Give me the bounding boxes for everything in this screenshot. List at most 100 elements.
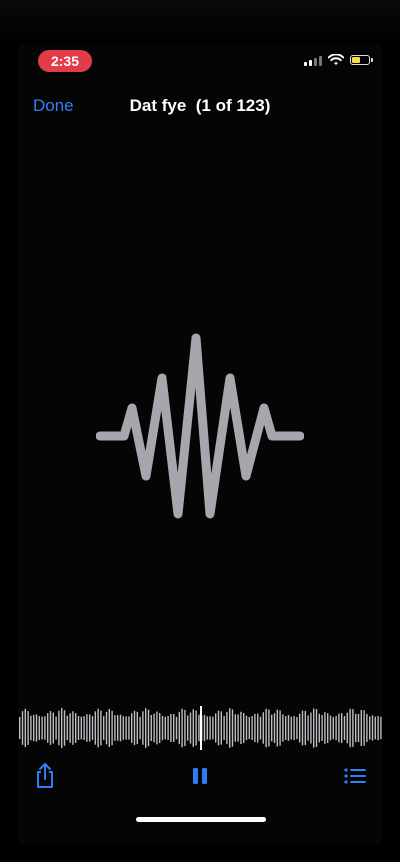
scrubber-bar bbox=[293, 716, 295, 740]
scrubber-bar bbox=[327, 713, 329, 743]
scrubber-bar bbox=[248, 716, 250, 740]
cellular-signal-icon bbox=[304, 55, 322, 66]
scrubber-bar bbox=[192, 709, 194, 747]
scrubber-bar bbox=[296, 717, 298, 740]
scrubber-bar bbox=[111, 710, 113, 746]
pause-icon bbox=[193, 768, 207, 784]
scrubber-bar bbox=[251, 715, 253, 740]
scrubber-bar bbox=[38, 716, 40, 740]
scrubber-bar bbox=[262, 712, 264, 744]
scrubber-bar bbox=[265, 708, 267, 748]
scrubber-bar bbox=[63, 710, 66, 746]
scrubber-bar bbox=[276, 709, 278, 747]
scrubber-bar bbox=[33, 714, 35, 742]
scrubber-bar bbox=[282, 714, 284, 742]
scrubber-bar bbox=[338, 713, 340, 743]
scrubber-bar bbox=[122, 716, 124, 740]
scrubber-bar bbox=[245, 715, 248, 741]
scrubber-bar bbox=[360, 709, 362, 746]
scrubber-bar bbox=[89, 714, 91, 742]
scrubber-bar bbox=[371, 715, 374, 741]
status-icons bbox=[304, 54, 373, 66]
scrubber-bar bbox=[285, 716, 287, 740]
scrubber-bar bbox=[240, 711, 242, 745]
bottom-toolbar bbox=[18, 762, 382, 792]
scrubber-bar bbox=[206, 716, 208, 740]
scrubber-bar bbox=[167, 716, 169, 740]
scrubber-bar bbox=[271, 714, 273, 742]
scrubber-bar bbox=[44, 716, 46, 740]
audio-scrubber[interactable] bbox=[18, 706, 382, 750]
scrubber-bar bbox=[80, 716, 82, 740]
scrubber-bar bbox=[184, 710, 186, 746]
scrubber-bar bbox=[310, 712, 312, 744]
scrubber-bar bbox=[363, 710, 365, 746]
scrubber-bar bbox=[377, 715, 379, 741]
scrubber-bar bbox=[159, 713, 161, 743]
scrubber-bar bbox=[315, 709, 318, 747]
scrubber-bar bbox=[41, 716, 43, 740]
home-indicator[interactable] bbox=[136, 817, 266, 822]
scrubber-bar bbox=[66, 715, 68, 741]
scrubber-playhead[interactable] bbox=[200, 706, 202, 750]
page-title: Dat fye (1 of 123) bbox=[129, 96, 271, 115]
scrubber-bar bbox=[349, 708, 351, 748]
scrubber-bar bbox=[234, 714, 236, 742]
scrubber-bar bbox=[321, 714, 323, 741]
scrubber-bar bbox=[203, 714, 206, 742]
scrubber-bar bbox=[352, 709, 354, 747]
scrubber-bar bbox=[24, 708, 26, 748]
scrubber-bar bbox=[220, 711, 222, 745]
battery-icon bbox=[350, 55, 373, 65]
scrubber-bar bbox=[105, 711, 108, 745]
scrubber-bar bbox=[142, 711, 144, 745]
scrubber-bar bbox=[136, 711, 138, 745]
scrubber-bar bbox=[215, 713, 217, 743]
scrubber-bar bbox=[223, 716, 225, 740]
list-button[interactable] bbox=[342, 762, 368, 790]
scrubber-bar bbox=[114, 715, 116, 741]
scrubber-bar bbox=[329, 715, 332, 741]
scrubber-bar bbox=[231, 709, 234, 747]
pause-button[interactable] bbox=[187, 762, 213, 790]
scrubber-bar bbox=[254, 713, 256, 743]
share-button[interactable] bbox=[32, 762, 58, 790]
scrubber-bar bbox=[243, 713, 245, 743]
scrubber-bar bbox=[268, 709, 270, 747]
scrubber-bar bbox=[318, 713, 320, 743]
scrubber-bar bbox=[229, 708, 231, 748]
scrubber-bar bbox=[58, 710, 60, 746]
scrubber-bar bbox=[346, 712, 348, 744]
scrubber-bar bbox=[343, 716, 346, 740]
scrubber-bar bbox=[103, 716, 105, 740]
scrubber-bar bbox=[259, 716, 262, 740]
scrubber-bar bbox=[125, 716, 127, 740]
scrubber-bar bbox=[61, 708, 63, 748]
scrubber-bar bbox=[52, 712, 54, 744]
scrubber-bar bbox=[21, 711, 24, 745]
scrubber-bar bbox=[150, 715, 152, 741]
scrubber-bar bbox=[69, 713, 71, 743]
scrubber-bar bbox=[94, 711, 96, 745]
scrubber-bar bbox=[189, 712, 192, 744]
scrubber-bar bbox=[35, 714, 38, 742]
scrubber-bar bbox=[335, 715, 337, 741]
scrubber-bar bbox=[341, 713, 343, 743]
scrubber-bar bbox=[301, 710, 304, 746]
scrubber-bar bbox=[178, 711, 180, 745]
status-bar: 2:35 bbox=[18, 44, 382, 80]
scrubber-bar bbox=[313, 708, 315, 748]
top-bezel bbox=[0, 0, 400, 44]
scrubber-bar bbox=[380, 716, 382, 740]
share-icon bbox=[37, 763, 53, 788]
scrubber-bar bbox=[273, 713, 276, 743]
scrubber-bar bbox=[75, 713, 77, 743]
scrubber-bar bbox=[83, 716, 85, 740]
scrubber-bar bbox=[133, 710, 136, 746]
scrubber-bar bbox=[287, 715, 290, 741]
scrubber-bar bbox=[290, 716, 292, 740]
scrubber-bar bbox=[212, 716, 214, 740]
scrubber-bar bbox=[195, 710, 197, 746]
scrubber-bar bbox=[97, 708, 99, 748]
scrubber-bar bbox=[175, 716, 178, 740]
